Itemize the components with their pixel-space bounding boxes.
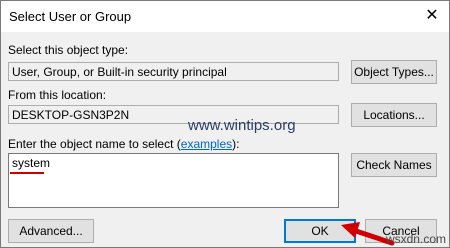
object-names-label: Enter the object name to select (example… — [8, 137, 240, 151]
corner-watermark: wsxdn.com — [385, 232, 446, 246]
title-bar: Select User or Group ✕ — [1, 1, 449, 32]
window-title: Select User or Group — [9, 9, 132, 24]
object-names-input[interactable] — [8, 153, 339, 208]
object-types-button[interactable]: Object Types... — [351, 60, 437, 84]
object-type-label: Select this object type: — [8, 43, 129, 57]
locations-button[interactable]: Locations... — [351, 103, 437, 127]
check-names-button[interactable]: Check Names — [351, 153, 437, 177]
watermark: www.wintips.org — [188, 117, 296, 134]
object-type-field: User, Group, or Built-in security princi… — [8, 62, 339, 81]
ok-button[interactable]: OK — [284, 219, 356, 243]
advanced-button[interactable]: Advanced... — [8, 219, 94, 243]
examples-link[interactable]: examples — [181, 137, 232, 151]
location-label: From this location: — [8, 88, 107, 102]
annotation-underline — [10, 172, 44, 174]
close-icon[interactable]: ✕ — [423, 6, 441, 26]
